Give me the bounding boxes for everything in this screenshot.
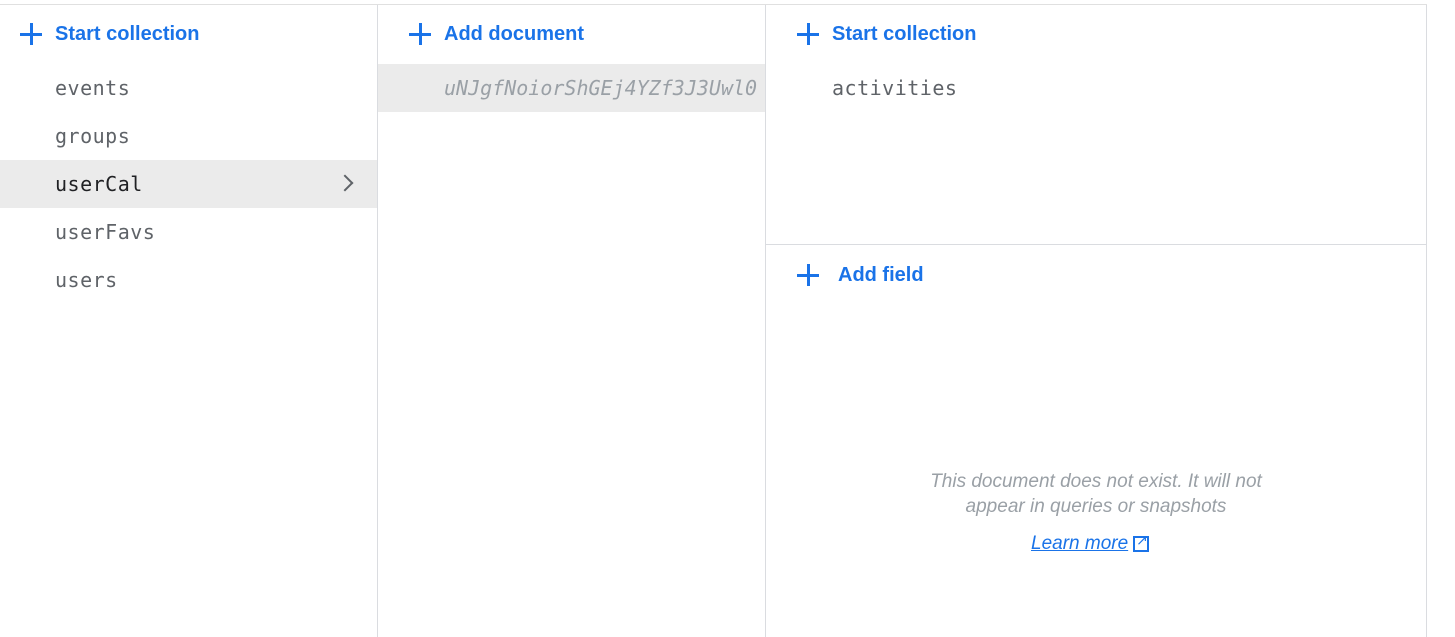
- start-collection-label: Start collection: [55, 22, 200, 45]
- collection-item-groups[interactable]: groups: [0, 112, 377, 160]
- subcollections-section: Start collection activities: [766, 5, 1426, 245]
- collection-item-label: events: [55, 76, 131, 100]
- document-item[interactable]: uNJgfNoiorShGEj4YZf3J3Uwl0: [378, 64, 765, 112]
- plus-icon: [796, 263, 820, 287]
- notice-line-1: This document does not exist. It will no…: [930, 471, 1262, 492]
- add-document-button[interactable]: Add document: [408, 10, 584, 58]
- notice-line-2: appear in queries or snapshots: [965, 496, 1227, 517]
- collection-item-events[interactable]: events: [0, 64, 377, 112]
- add-document-label: Add document: [444, 22, 584, 45]
- collection-item-userfavs[interactable]: userFavs: [0, 208, 377, 256]
- document-detail-panel: Start collection activities Add field Th…: [766, 5, 1427, 637]
- collections-panel: Start collection events groups userCal u…: [0, 5, 378, 637]
- add-field-label: Add field: [838, 263, 924, 286]
- learn-more-link[interactable]: Learn more: [1031, 532, 1150, 555]
- missing-document-notice: This document does not exist. It will no…: [766, 469, 1426, 519]
- open-in-new-icon: [1133, 532, 1150, 552]
- learn-more-label: Learn more: [1031, 533, 1129, 554]
- collection-item-label: userCal: [55, 172, 143, 196]
- start-collection-button[interactable]: Start collection: [19, 10, 199, 58]
- documents-panel: Add document uNJgfNoiorShGEj4YZf3J3Uwl0: [378, 5, 766, 637]
- collection-item-label: userFavs: [55, 220, 156, 244]
- start-subcollection-label: Start collection: [832, 22, 977, 45]
- collection-item-users[interactable]: users: [0, 256, 377, 304]
- collection-item-label: users: [55, 268, 118, 292]
- collection-item-label: groups: [55, 124, 131, 148]
- collection-item-usercal[interactable]: userCal: [0, 160, 377, 208]
- start-subcollection-button[interactable]: Start collection: [796, 10, 976, 58]
- subcollection-item-activities[interactable]: activities: [766, 64, 1426, 112]
- document-id: uNJgfNoiorShGEj4YZf3J3Uwl0: [444, 76, 758, 100]
- add-field-button[interactable]: Add field: [796, 251, 924, 299]
- plus-icon: [408, 22, 432, 46]
- subcollection-item-label: activities: [832, 76, 958, 100]
- plus-icon: [19, 22, 43, 46]
- right-gutter: [1427, 0, 1455, 637]
- plus-icon: [796, 22, 820, 46]
- chevron-right-icon: [336, 174, 354, 192]
